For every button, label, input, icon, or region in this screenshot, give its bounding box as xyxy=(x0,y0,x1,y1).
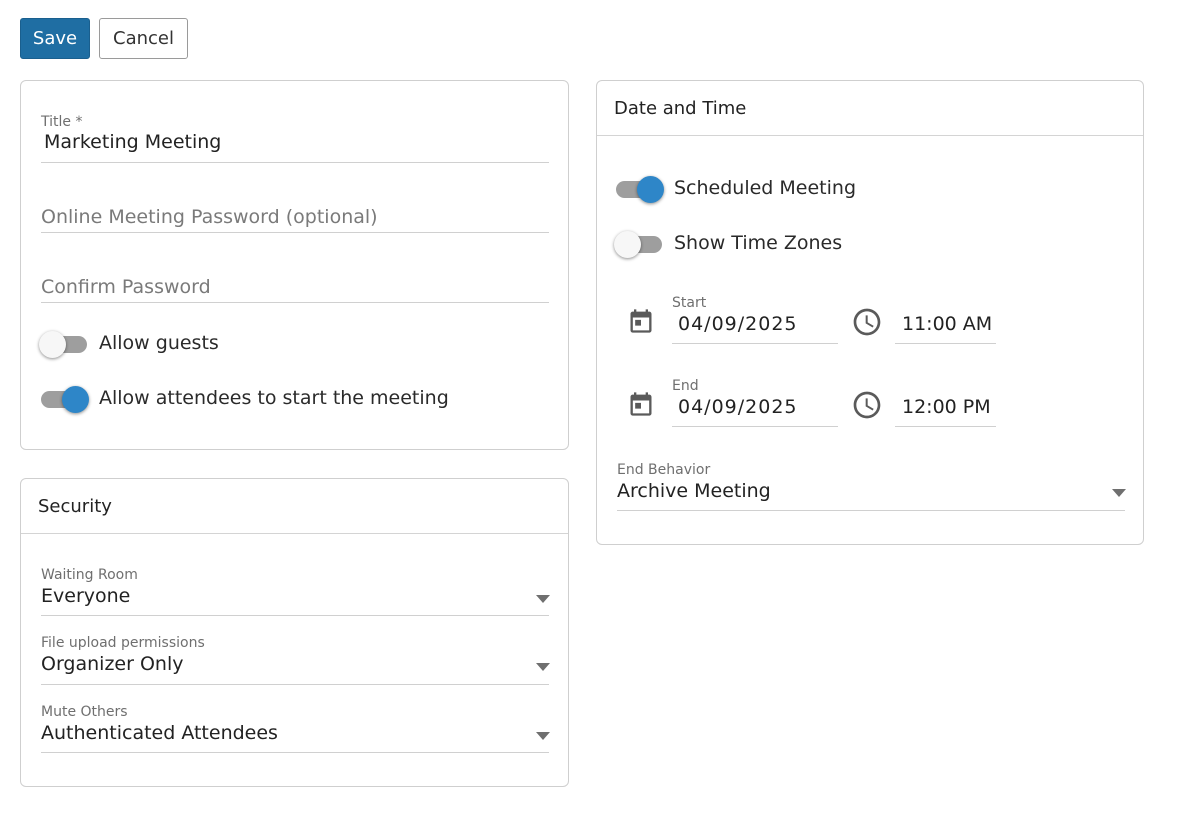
waiting-room-select[interactable]: Everyone xyxy=(41,585,130,607)
end-behavior-select[interactable]: Archive Meeting xyxy=(617,480,771,502)
toggle-knob xyxy=(637,176,664,203)
start-label: Start xyxy=(672,295,707,311)
show-time-zones-toggle[interactable] xyxy=(614,231,664,258)
end-time-underline xyxy=(895,426,996,427)
security-header: Security xyxy=(21,479,568,534)
date-time-header: Date and Time xyxy=(597,81,1143,136)
date-time-card: Date and Time Scheduled Meeting Show Tim… xyxy=(596,80,1144,545)
scheduled-meeting-toggle[interactable] xyxy=(616,176,664,203)
start-time-underline xyxy=(895,343,996,344)
allow-guests-toggle[interactable] xyxy=(39,331,89,358)
calendar-icon[interactable] xyxy=(627,307,655,335)
save-button[interactable]: Save xyxy=(20,18,90,59)
end-date-input[interactable]: 04/09/2025 xyxy=(678,396,798,418)
title-input[interactable]: Marketing Meeting xyxy=(44,131,221,153)
title-underline xyxy=(41,162,549,163)
start-date-input[interactable]: 04/09/2025 xyxy=(678,313,798,335)
confirm-password-underline xyxy=(41,302,549,303)
waiting-room-underline xyxy=(41,615,549,616)
file-upload-label: File upload permissions xyxy=(41,635,205,651)
password-underline xyxy=(41,232,549,233)
toggle-knob xyxy=(614,231,641,258)
start-date-underline xyxy=(672,343,838,344)
waiting-room-label: Waiting Room xyxy=(41,567,138,583)
end-behavior-underline xyxy=(617,510,1125,511)
end-time-input[interactable]: 12:00 PM xyxy=(902,396,991,418)
mute-others-underline xyxy=(41,752,549,753)
allow-attendees-start-toggle[interactable] xyxy=(41,386,89,413)
password-input[interactable]: Online Meeting Password (optional) xyxy=(41,206,378,228)
scheduled-meeting-label: Scheduled Meeting xyxy=(674,177,857,199)
clock-icon[interactable] xyxy=(851,389,883,421)
security-card: Security Waiting Room Everyone File uplo… xyxy=(20,478,569,787)
file-upload-select[interactable]: Organizer Only xyxy=(41,653,184,675)
toggle-knob xyxy=(39,331,66,358)
mute-others-select[interactable]: Authenticated Attendees xyxy=(41,722,278,744)
caret-down-icon[interactable] xyxy=(536,732,550,740)
file-upload-underline xyxy=(41,684,549,685)
caret-down-icon[interactable] xyxy=(536,595,550,603)
confirm-password-input[interactable]: Confirm Password xyxy=(41,276,211,298)
clock-icon[interactable] xyxy=(851,306,883,338)
caret-down-icon[interactable] xyxy=(1112,489,1126,497)
start-time-input[interactable]: 11:00 AM xyxy=(902,313,992,335)
cancel-button[interactable]: Cancel xyxy=(99,18,188,59)
end-label: End xyxy=(672,378,699,394)
end-behavior-label: End Behavior xyxy=(617,462,711,478)
toggle-knob xyxy=(62,386,89,413)
end-date-underline xyxy=(672,426,838,427)
mute-others-label: Mute Others xyxy=(41,704,128,720)
allow-guests-label: Allow guests xyxy=(99,332,219,354)
allow-attendees-start-label: Allow attendees to start the meeting xyxy=(99,387,449,409)
caret-down-icon[interactable] xyxy=(536,663,550,671)
show-time-zones-label: Show Time Zones xyxy=(674,232,843,254)
title-label: Title * xyxy=(41,114,83,130)
general-card: Title * Marketing Meeting Online Meeting… xyxy=(20,80,569,450)
calendar-icon[interactable] xyxy=(627,390,655,418)
